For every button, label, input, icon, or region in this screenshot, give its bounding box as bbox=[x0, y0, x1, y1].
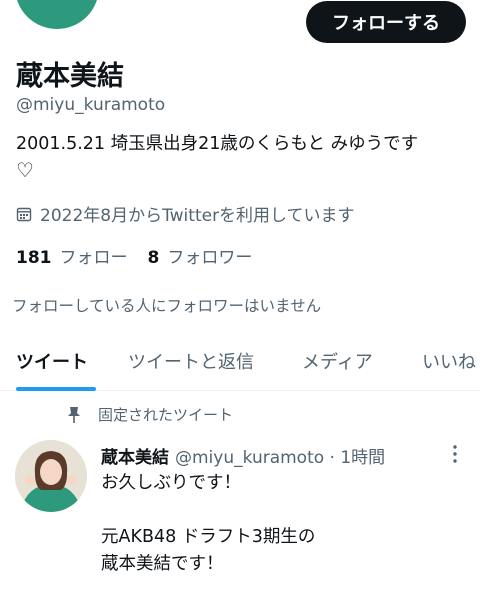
user-handle: @miyu_kuramoto bbox=[16, 95, 166, 115]
tweet-text: お久しぶりです！ 元AKB48 ドラフト3期生の 蔵本美結です！ bbox=[101, 473, 316, 574]
profile-avatar[interactable] bbox=[12, 0, 102, 32]
joined-date: 2022年8月からTwitterを利用しています bbox=[16, 201, 355, 226]
following-label: フォロー bbox=[59, 248, 128, 268]
tweet-author-meta: @miyu_kuramoto · 1時間 bbox=[175, 448, 386, 468]
more-dots-icon[interactable] bbox=[450, 444, 460, 464]
joined-text: 2022年8月からTwitterを利用しています bbox=[40, 206, 355, 226]
pin-icon bbox=[68, 406, 80, 423]
tweet-header: 蔵本美結 @miyu_kuramoto · 1時間 bbox=[101, 443, 385, 468]
pinned-indicator: 固定されたツイート bbox=[66, 404, 233, 425]
bio-heart: ♡ bbox=[16, 158, 34, 182]
profile-bio: 2001.5.21 埼玉県出身21歳のくらもと みゆうです ♡ bbox=[16, 131, 468, 183]
followers-count: 8 bbox=[147, 248, 160, 268]
display-name: 蔵本美結 bbox=[16, 61, 124, 92]
follow-button[interactable]: フォローする bbox=[306, 1, 466, 43]
followers-label: フォロワー bbox=[167, 248, 253, 268]
calendar-icon bbox=[16, 207, 32, 221]
tab-media[interactable]: メディア bbox=[302, 348, 373, 374]
followers-link[interactable]: 8 フォロワー bbox=[148, 243, 253, 268]
follow-stats: 181 フォロー 8 フォロワー bbox=[16, 243, 252, 268]
tab-likes[interactable]: いいね bbox=[422, 348, 476, 374]
tweet-avatar[interactable] bbox=[15, 440, 87, 512]
tab-tweets-and-replies[interactable]: ツイートと返信 bbox=[128, 348, 254, 374]
bio-text: 2001.5.21 埼玉県出身21歳のくらもと みゆうです bbox=[16, 134, 419, 154]
mutual-followers-notice: フォローしている人にフォロワーはいません bbox=[12, 297, 322, 315]
following-count: 181 bbox=[16, 248, 52, 268]
avatar-photo bbox=[15, 440, 87, 512]
active-tab-indicator bbox=[16, 387, 96, 391]
following-link[interactable]: 181 フォロー bbox=[16, 243, 128, 268]
tab-tweets[interactable]: ツイート bbox=[16, 348, 88, 374]
profile-tabs: ツイート ツイートと返信 メディア いいね bbox=[0, 334, 480, 391]
pinned-label: 固定されたツイート bbox=[98, 406, 234, 424]
tweet-author-name[interactable]: 蔵本美結 bbox=[101, 443, 169, 468]
